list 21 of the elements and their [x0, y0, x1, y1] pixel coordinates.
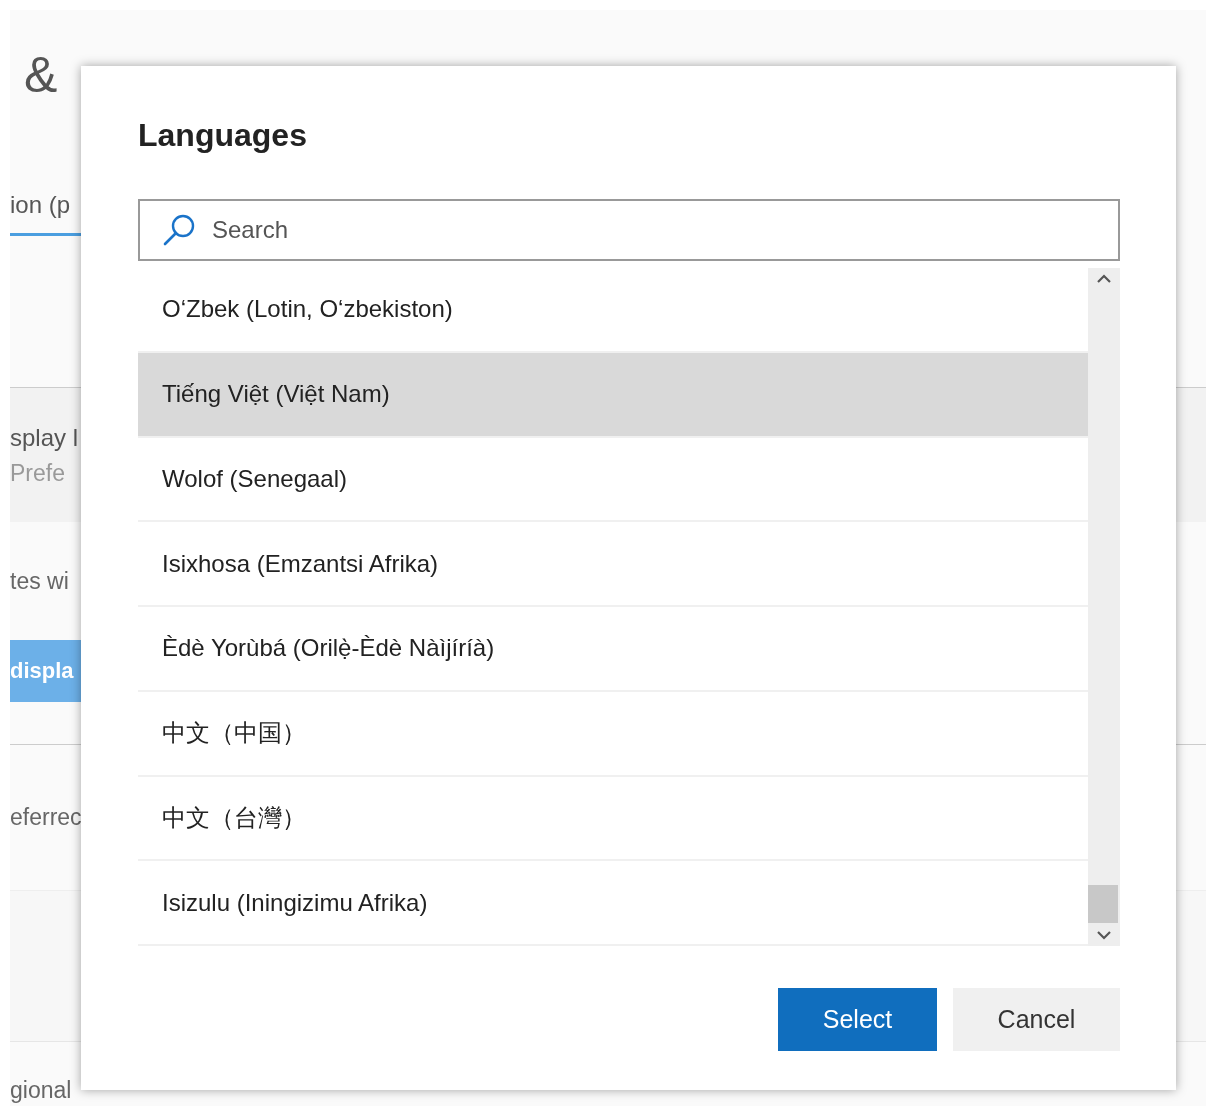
dialog-title: Languages: [138, 116, 308, 155]
chevron-down-icon[interactable]: [1097, 931, 1111, 940]
footer-label: gional: [10, 1077, 72, 1104]
page-heading: &: [24, 50, 58, 100]
cancel-button[interactable]: Cancel: [953, 988, 1120, 1051]
language-item[interactable]: Isixhosa (Emzantsi Afrika): [138, 522, 1088, 607]
chevron-up-icon[interactable]: [1097, 274, 1111, 283]
language-item[interactable]: 中文（中国）: [138, 691, 1088, 777]
language-item[interactable]: Isizulu (Iningizimu Afrika): [138, 861, 1088, 946]
section-subtitle: Prefe: [10, 459, 65, 487]
language-item[interactable]: Tiếng Việt (Việt Nam): [138, 352, 1088, 438]
scrollbar[interactable]: [1088, 268, 1120, 946]
search-field[interactable]: Search: [138, 199, 1120, 261]
select-button[interactable]: Select: [778, 988, 937, 1051]
language-item[interactable]: 中文（台灣）: [138, 776, 1088, 862]
scrollbar-thumb[interactable]: [1088, 885, 1118, 923]
language-item[interactable]: Èdè Yorùbá (Orilẹ̀-Èdè Nàìjíríà): [138, 607, 1088, 692]
section-title: splay l: [10, 423, 79, 452]
row-label: eferrec: [10, 804, 82, 831]
note-text: tes wi: [10, 567, 69, 595]
language-item[interactable]: Wolof (Senegaal): [138, 437, 1088, 523]
